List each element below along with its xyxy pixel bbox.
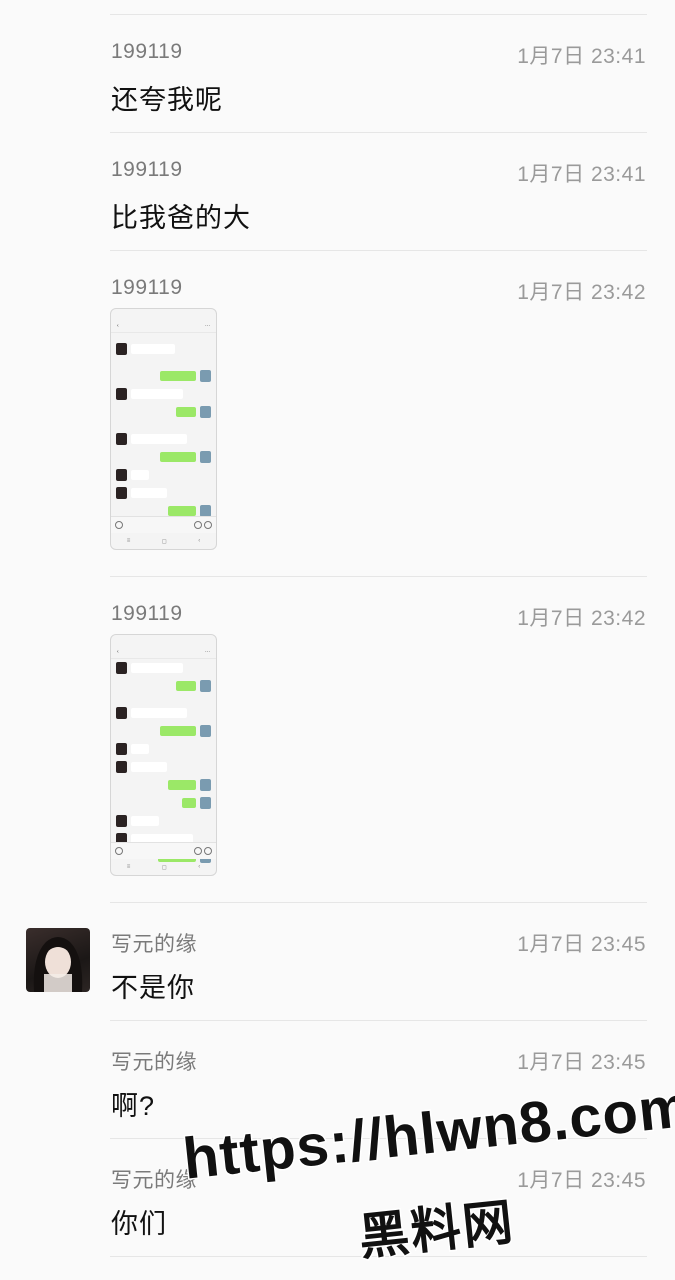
message-time: 1月7日 23:41 [517,45,646,68]
message-text: 还夸我呢 [111,85,223,115]
message-item[interactable]: 199119 1月7日 23:42 ‹ ··· ≡ ◻ ‹ [0,250,675,576]
message-text: 啊? [111,1091,156,1121]
message-sender: 199119 [111,40,183,63]
chat-screenshot-thumbnail[interactable]: ‹ ··· ≡ ◻ ‹ [110,308,217,550]
avatar[interactable] [26,928,90,992]
message-time: 1月7日 23:45 [517,933,646,956]
message-text: 比我爸的大 [111,203,251,233]
message-sender: 199119 [111,276,183,299]
message-sender: 写元的缘 [111,1051,197,1074]
message-sender: 写元的缘 [111,933,197,956]
message-item[interactable]: 199119 1月7日 23:41 还夸我呢 [0,14,675,132]
message-sender: 199119 [111,158,183,181]
message-item[interactable]: 199119 1月7日 23:41 比我爸的大 [0,132,675,250]
message-item[interactable]: 199119 1月7日 23:42 ‹ ··· ≡ ◻ ‹ [0,576,675,902]
message-time: 1月7日 23:42 [517,607,646,630]
message-item[interactable]: 写元的缘 1月7日 23:45 不是你 [0,902,675,1020]
watermark-brand: 黑料网 [355,1192,519,1267]
chat-screenshot-thumbnail[interactable]: ‹ ··· ≡ ◻ ‹ [110,634,217,876]
message-text: 你们 [111,1209,167,1239]
message-time: 1月7日 23:45 [517,1051,646,1074]
message-time: 1月7日 23:42 [517,281,646,304]
message-sender: 199119 [111,602,183,625]
watermark: https://hlwn8.com 黑料网 [179,1072,675,1278]
message-text: 不是你 [111,973,195,1003]
message-time: 1月7日 23:41 [517,163,646,186]
